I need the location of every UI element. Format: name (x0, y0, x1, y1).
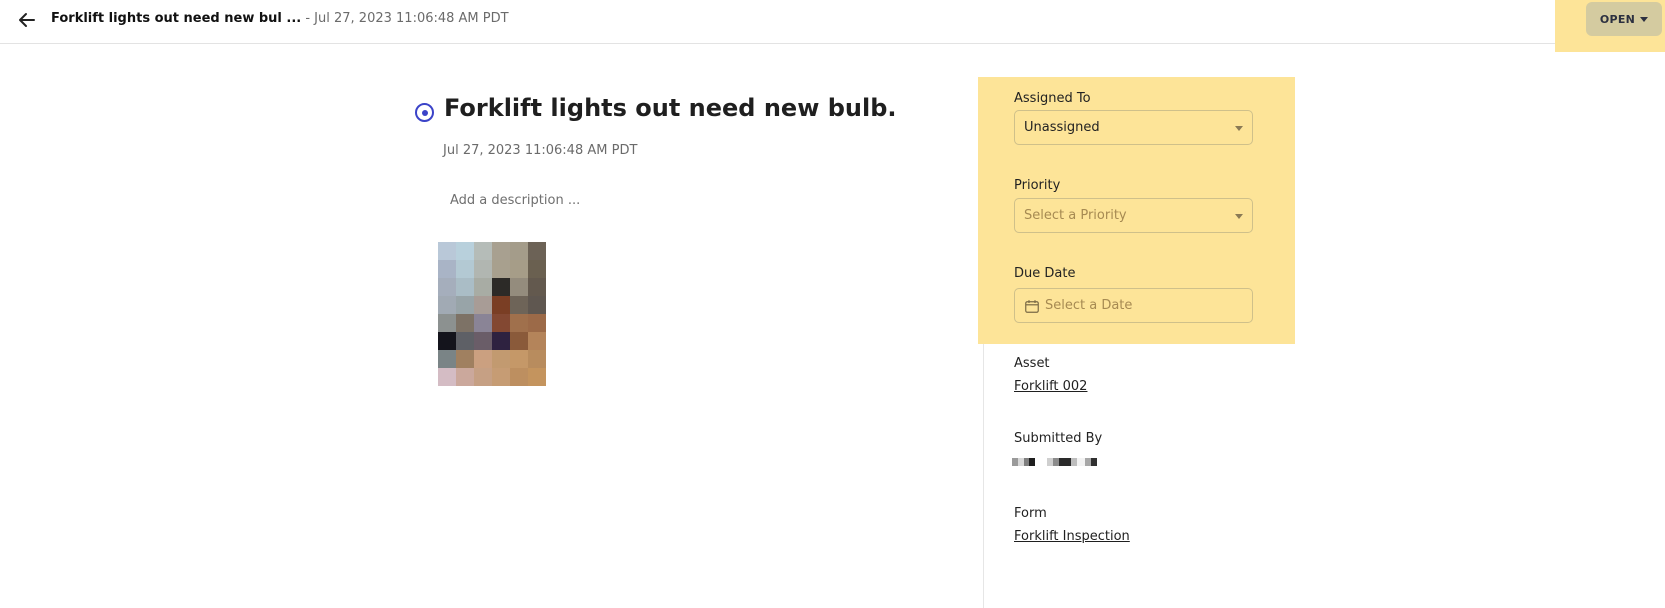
caret-down-icon (1235, 126, 1243, 131)
due-date-placeholder: Select a Date (1045, 298, 1133, 313)
priority-label: Priority (1014, 178, 1061, 193)
status-highlight: OPEN (1555, 0, 1665, 52)
assigned-to-label: Assigned To (1014, 91, 1091, 106)
status-label: OPEN (1599, 12, 1636, 26)
submitted-by-label: Submitted By (1014, 431, 1103, 446)
breadcrumb-title: Forklift lights out need new bul ... (51, 11, 302, 26)
priority-select[interactable]: Select a Priority (1014, 198, 1253, 233)
arrow-left-icon (19, 13, 35, 27)
breadcrumb: Forklift lights out need new bul ... - J… (51, 11, 509, 26)
radio-target-icon[interactable] (415, 103, 434, 122)
calendar-icon (1025, 300, 1039, 313)
asset-link[interactable]: Forklift 002 (1014, 379, 1087, 394)
priority-placeholder: Select a Priority (1024, 208, 1127, 223)
top-bar: Forklift lights out need new bul ... - J… (0, 0, 1665, 44)
caret-down-icon (1235, 214, 1243, 219)
submitted-by-redacted (1012, 458, 1104, 466)
status-dropdown-button[interactable]: OPEN (1586, 2, 1662, 36)
due-date-label: Due Date (1014, 266, 1076, 281)
due-date-input[interactable]: Select a Date (1014, 288, 1253, 323)
issue-created-date: Jul 27, 2023 11:06:48 AM PDT (443, 143, 638, 158)
issue-title: Forklift lights out need new bulb. (444, 94, 897, 122)
assigned-to-select[interactable]: Unassigned (1014, 110, 1253, 145)
description-input[interactable]: Add a description ... (450, 193, 580, 208)
caret-down-icon (1640, 16, 1649, 22)
attachment-thumbnail[interactable] (438, 242, 546, 386)
breadcrumb-date: - Jul 27, 2023 11:06:48 AM PDT (305, 11, 509, 26)
form-label: Form (1014, 506, 1047, 521)
form-link[interactable]: Forklift Inspection (1014, 529, 1130, 544)
assigned-to-value: Unassigned (1024, 120, 1100, 135)
back-button[interactable] (16, 9, 38, 31)
asset-label: Asset (1014, 356, 1050, 371)
